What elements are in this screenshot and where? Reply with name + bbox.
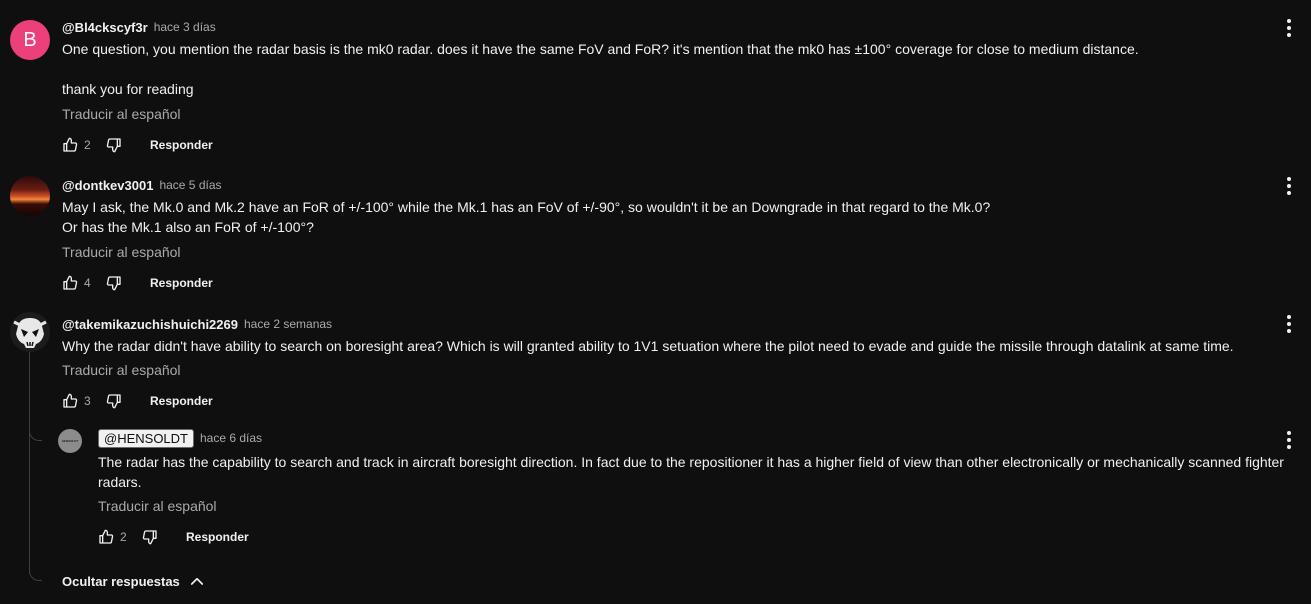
more-options-button[interactable] bbox=[1277, 174, 1301, 198]
dislike-button[interactable] bbox=[102, 389, 126, 413]
skull-avatar-icon bbox=[10, 312, 50, 352]
avatar[interactable] bbox=[10, 312, 50, 352]
reply-button[interactable]: Responder bbox=[150, 276, 213, 290]
hide-replies-label: Ocultar respuestas bbox=[62, 573, 180, 589]
reply-button[interactable]: Responder bbox=[186, 530, 249, 544]
author-badge[interactable]: @HENSOLDT bbox=[98, 428, 194, 448]
like-count: 4 bbox=[84, 276, 91, 290]
avatar-letter: B bbox=[23, 28, 37, 51]
reply-button[interactable]: Responder bbox=[150, 138, 213, 152]
thumb-down-icon bbox=[106, 394, 121, 409]
dislike-button[interactable] bbox=[102, 271, 126, 295]
thread-curve-bottom bbox=[29, 570, 42, 581]
thumb-up-icon bbox=[63, 275, 78, 290]
comment-text: The radar has the capability to search a… bbox=[98, 454, 1288, 490]
thumb-up-icon bbox=[99, 529, 114, 544]
thread-curve bbox=[29, 430, 42, 441]
comment-text: One question, you mention the radar basi… bbox=[62, 41, 1139, 97]
comment-text: May I ask, the Mk.0 and Mk.2 have an FoR… bbox=[62, 199, 991, 235]
dislike-button[interactable] bbox=[102, 133, 126, 157]
like-count: 3 bbox=[84, 394, 91, 408]
comment-text: Why the radar didn't have ability to sea… bbox=[62, 338, 1234, 354]
like-count: 2 bbox=[84, 138, 91, 152]
translate-button[interactable]: Traducir al español bbox=[62, 106, 181, 122]
thumb-up-icon bbox=[63, 393, 78, 408]
reply-button[interactable]: Responder bbox=[150, 394, 213, 408]
comment-actions: 4 Responder bbox=[58, 271, 213, 295]
author-name[interactable]: @dontkev3001 bbox=[62, 178, 153, 193]
translate-button[interactable]: Traducir al español bbox=[98, 498, 217, 514]
dislike-button[interactable] bbox=[138, 525, 162, 549]
author-name[interactable]: @takemikazuchishuichi2269 bbox=[62, 317, 238, 332]
comment-time[interactable]: hace 6 días bbox=[200, 431, 262, 445]
comment-header: @takemikazuchishuichi2269 hace 2 semanas bbox=[62, 314, 332, 334]
comment-header: @HENSOLDT hace 6 días bbox=[98, 428, 262, 448]
comment-time[interactable]: hace 3 días bbox=[154, 20, 216, 34]
comment-actions: 2 Responder bbox=[94, 525, 249, 549]
more-vert-icon bbox=[1287, 431, 1291, 449]
more-options-button[interactable] bbox=[1277, 16, 1301, 40]
comment-header: @Bl4ckscyf3r hace 3 días bbox=[62, 17, 216, 37]
more-vert-icon bbox=[1287, 177, 1291, 195]
thumb-up-icon bbox=[63, 137, 78, 152]
comment-time[interactable]: hace 2 semanas bbox=[244, 317, 332, 331]
thumb-down-icon bbox=[142, 530, 157, 545]
like-button[interactable] bbox=[58, 271, 82, 295]
avatar[interactable]: B bbox=[10, 20, 50, 60]
comment-actions: 3 Responder bbox=[58, 389, 213, 413]
more-vert-icon bbox=[1287, 19, 1291, 37]
thumb-down-icon bbox=[106, 138, 121, 153]
chevron-up-icon bbox=[190, 577, 203, 585]
comment-header: @dontkev3001 hace 5 días bbox=[62, 175, 222, 195]
like-count: 2 bbox=[120, 530, 127, 544]
translate-button[interactable]: Traducir al español bbox=[62, 244, 181, 260]
thread-line bbox=[29, 352, 30, 574]
more-vert-icon bbox=[1287, 315, 1291, 333]
like-button[interactable] bbox=[58, 389, 82, 413]
comment-time[interactable]: hace 5 días bbox=[159, 178, 221, 192]
more-options-button[interactable] bbox=[1277, 428, 1301, 452]
like-button[interactable] bbox=[58, 133, 82, 157]
avatar[interactable]: HENSOLDT bbox=[58, 429, 82, 453]
like-button[interactable] bbox=[94, 525, 118, 549]
translate-button[interactable]: Traducir al español bbox=[62, 362, 181, 378]
author-name[interactable]: @Bl4ckscyf3r bbox=[62, 20, 148, 35]
avatar[interactable] bbox=[10, 176, 50, 216]
avatar-logo-text: HENSOLDT bbox=[61, 439, 79, 443]
hide-replies-button[interactable]: Ocultar respuestas bbox=[62, 572, 206, 590]
thumb-down-icon bbox=[106, 276, 121, 291]
more-options-button[interactable] bbox=[1277, 312, 1301, 336]
comment-actions: 2 Responder bbox=[58, 133, 213, 157]
